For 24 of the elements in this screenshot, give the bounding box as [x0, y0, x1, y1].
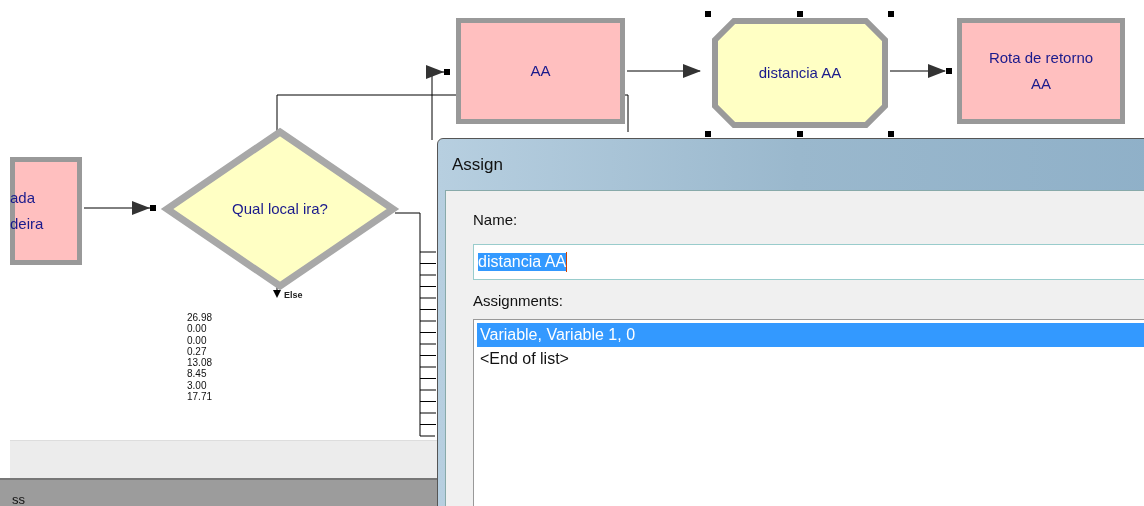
- status-text: ss: [12, 492, 25, 506]
- module-label: AA: [530, 61, 551, 81]
- field-label: Assignments:: [473, 292, 565, 309]
- counter-value: 17.71: [187, 391, 213, 403]
- module-label: distancia AA: [758, 63, 842, 83]
- window-title: Assign: [452, 154, 504, 175]
- counter-value: 26.98: [187, 312, 213, 324]
- name-field[interactable]: distancia AA: [473, 244, 1144, 280]
- counter-value: 8.45: [187, 368, 208, 380]
- scroll-bar[interactable]: [10, 440, 440, 478]
- module-label: ada deira: [10, 188, 44, 234]
- field-label: Name:: [473, 211, 519, 228]
- list-item[interactable]: Variable, Variable 1, 0: [477, 323, 1144, 347]
- counter-value: 13.08: [187, 357, 213, 369]
- counter-value: 3.00: [187, 379, 208, 392]
- counter-value: 0.00: [187, 334, 208, 346]
- module-label: Rota de retorno AA: [988, 48, 1094, 94]
- branch-label: Else: [284, 290, 303, 300]
- list-item[interactable]: <End of list>: [477, 347, 1144, 371]
- module-label: Qual local ira?: [232, 199, 328, 219]
- counter-value: 0.00: [187, 323, 208, 335]
- connector: [889, 64, 952, 78]
- counter-value: 0.27: [187, 345, 208, 358]
- module-shape[interactable]: [705, 11, 894, 137]
